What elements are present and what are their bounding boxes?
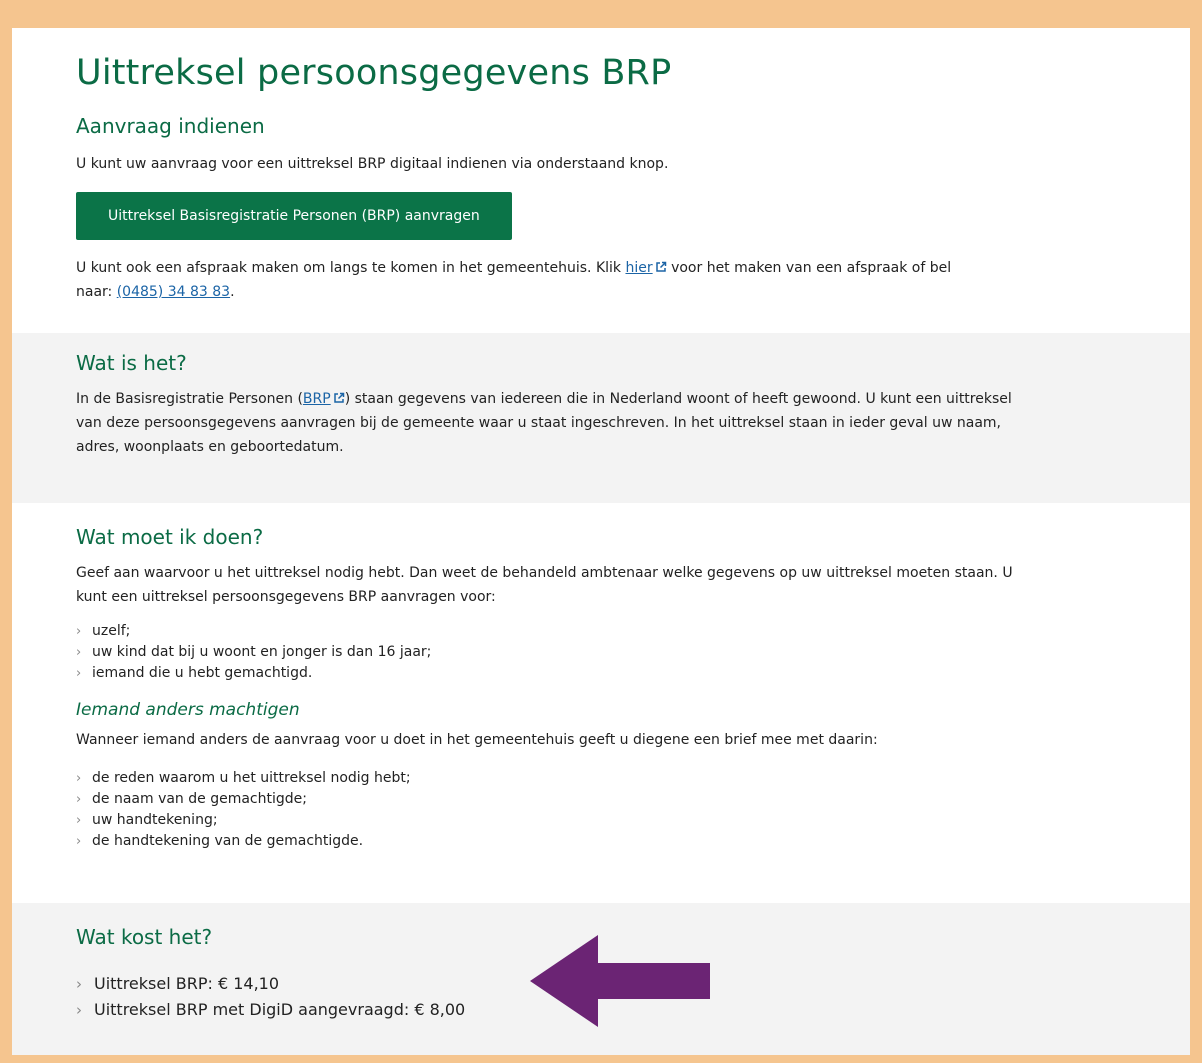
chevron-right-icon: › <box>76 834 82 850</box>
list-item: › iemand die u hebt gemachtigd. <box>76 663 1190 684</box>
section-aanvraag: Uittreksel persoonsgegevens BRP Aanvraag… <box>12 28 1190 333</box>
heading-wat-is-het: Wat is het? <box>76 351 187 375</box>
afspraak-text: U kunt ook een afspraak maken om langs t… <box>76 260 952 300</box>
chevron-right-icon: › <box>76 1000 82 1019</box>
wat-moet-ik-doen-text: Geef aan waarvoor u het uittreksel nodig… <box>76 565 1013 605</box>
list-item: › de reden waarom u het uittreksel nodig … <box>76 768 1190 789</box>
chevron-right-icon: › <box>76 792 82 808</box>
heading-iemand-anders-machtigen: Iemand anders machtigen <box>76 700 300 720</box>
page-frame: Uittreksel persoonsgegevens BRP Aanvraag… <box>12 28 1190 1055</box>
voor-wie-list: › uzelf; › uw kind dat bij u woont en jong… <box>76 621 1190 684</box>
chevron-right-icon: › <box>76 771 82 787</box>
list-item: › uw kind dat bij u woont en jonger is da… <box>76 642 1190 663</box>
list-item: › de handtekening van de gemachtigde. <box>76 831 1190 852</box>
external-link-icon <box>333 392 344 403</box>
page-title: Uittreksel persoonsgegevens BRP <box>76 53 672 93</box>
phone-link[interactable]: (0485) 34 83 83 <box>117 284 230 300</box>
section-wat-moet-ik-doen: Wat moet ik doen? Geef aan waarvoor u he… <box>12 503 1190 903</box>
heading-wat-moet-ik-doen: Wat moet ik doen? <box>76 525 264 549</box>
machtigen-text: Wanneer iemand anders de aanvraag voor u… <box>76 732 878 749</box>
wat-is-het-text: In de Basisregistratie Personen (BRP) st… <box>76 391 1012 455</box>
chevron-right-icon: › <box>76 645 82 660</box>
chevron-right-icon: › <box>76 624 82 639</box>
chevron-right-icon: › <box>76 666 82 681</box>
list-item: › uw handtekening; <box>76 810 1190 831</box>
brp-link[interactable]: BRP <box>303 391 331 407</box>
heading-aanvraag: Aanvraag indienen <box>76 114 265 138</box>
section-wat-is-het: Wat is het? In de Basisregistratie Perso… <box>12 333 1190 503</box>
chevron-right-icon: › <box>76 974 82 993</box>
left-arrow-annotation <box>530 935 710 1027</box>
external-link-icon <box>655 261 666 272</box>
list-item: › uzelf; <box>76 621 1190 642</box>
aanvragen-button[interactable]: Uittreksel Basisregistratie Personen (BR… <box>76 192 512 240</box>
afspraak-link[interactable]: hier <box>625 260 652 276</box>
chevron-right-icon: › <box>76 813 82 829</box>
list-item: › de naam van de gemachtigde; <box>76 789 1190 810</box>
brief-list: › de reden waarom u het uittreksel nodig … <box>76 768 1190 852</box>
aanvraag-intro: U kunt uw aanvraag voor een uittreksel B… <box>76 156 669 172</box>
